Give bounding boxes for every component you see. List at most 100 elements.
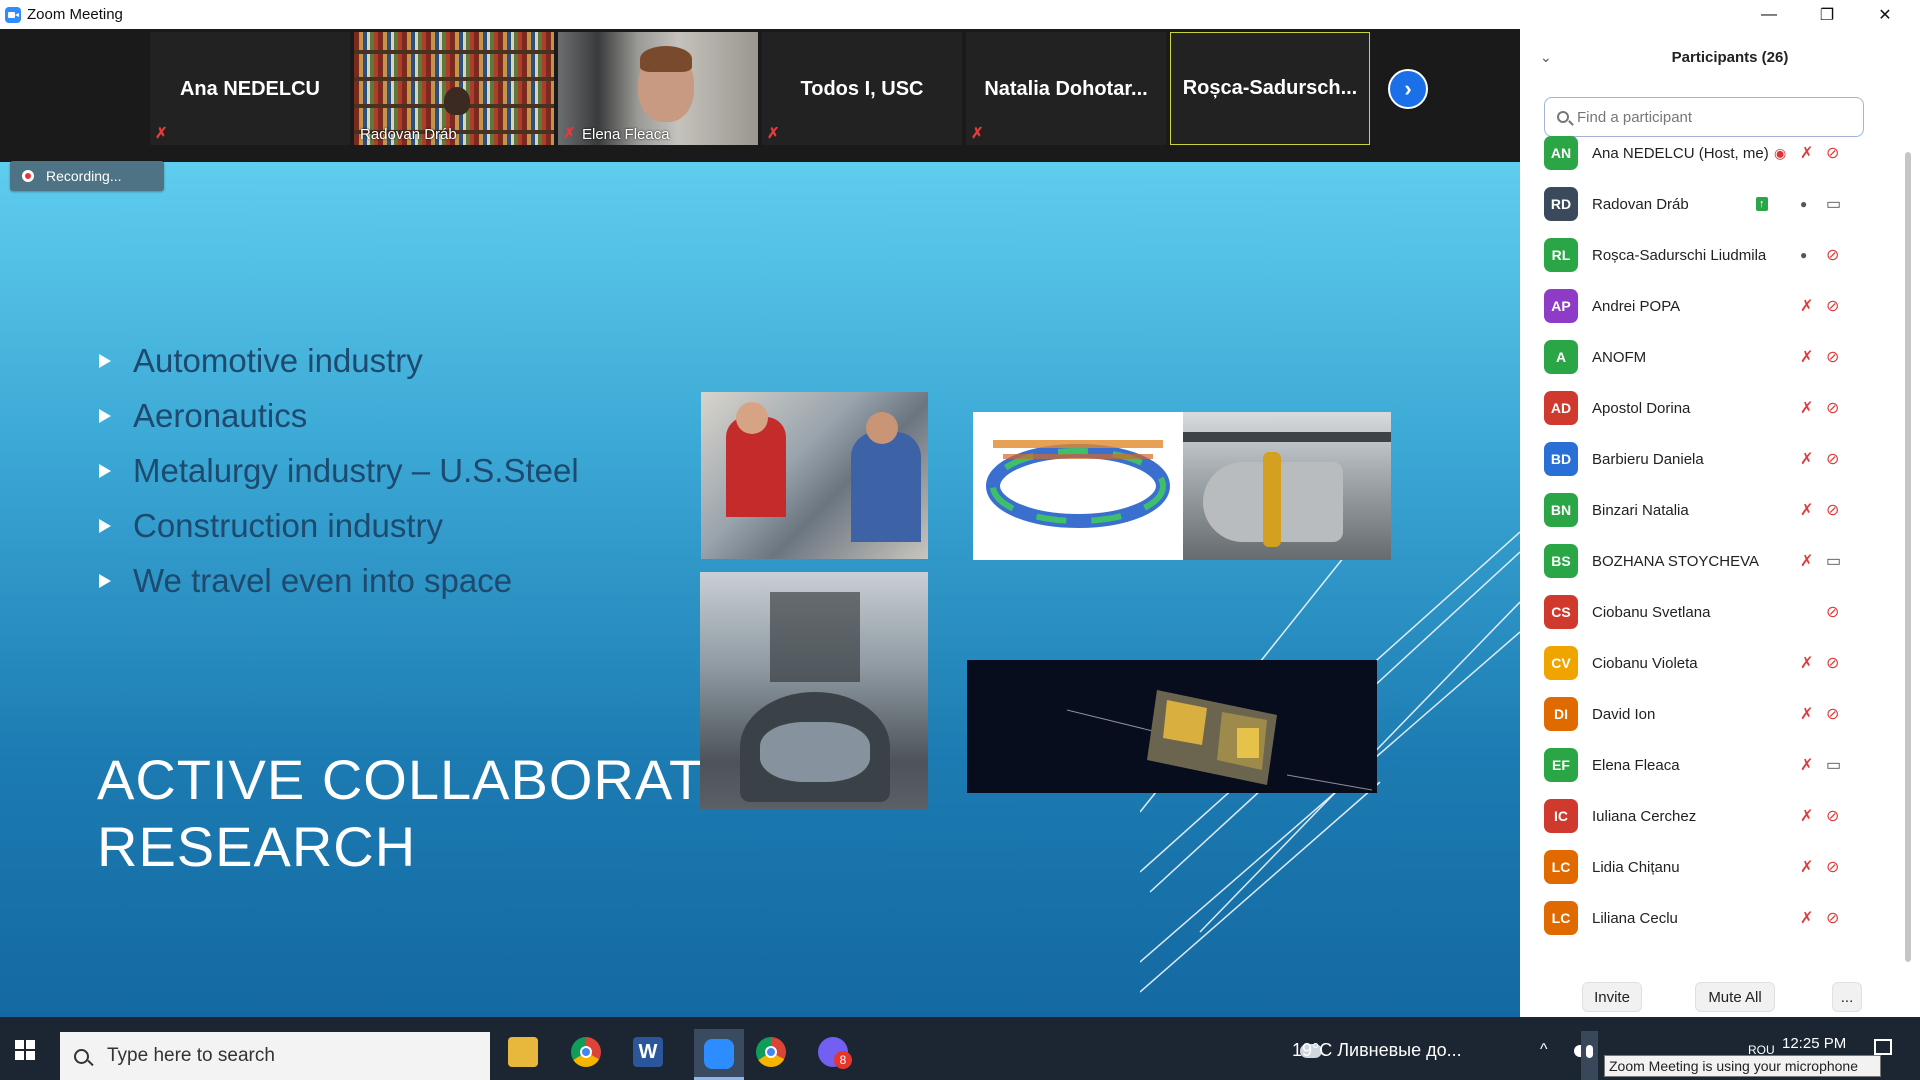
mic-off-icon[interactable]: ✗ <box>1800 806 1813 826</box>
avatar: BD <box>1544 442 1578 476</box>
mic-off-icon[interactable]: ✗ <box>1800 755 1813 775</box>
more-options-button[interactable]: ... <box>1832 982 1862 1012</box>
slide-bullet: We travel even into space <box>99 562 512 600</box>
participant-row[interactable]: AD Apostol Dorina ✗ ⊘ <box>1544 390 1894 426</box>
mic-off-icon[interactable]: ✗ <box>1800 704 1813 724</box>
participant-row[interactable]: RD Radovan Dráb ↑ ● ▭ <box>1544 186 1894 222</box>
microphone-tray-icon[interactable] <box>1581 1031 1598 1080</box>
camera-off-icon[interactable]: ⊘ <box>1826 449 1839 469</box>
mute-all-button[interactable]: Mute All <box>1695 982 1775 1012</box>
slide-bullet: Construction industry <box>99 507 443 545</box>
mic-off-icon: ✗ <box>563 125 576 142</box>
mic-off-icon[interactable]: ✗ <box>1800 449 1813 469</box>
avatar: EF <box>1544 748 1578 782</box>
camera-off-icon[interactable]: ⊘ <box>1826 704 1839 724</box>
participant-row[interactable]: EF Elena Fleaca ✗ ▭ <box>1544 747 1894 783</box>
invite-button[interactable]: Invite <box>1582 982 1642 1012</box>
video-tile[interactable]: Ana NEDELCU ✗ <box>150 32 350 145</box>
tile-name: Natalia Dohotar... <box>984 78 1148 100</box>
tile-name: Roșca-Sadursch... <box>1182 77 1358 99</box>
mic-off-icon[interactable]: ✗ <box>1800 551 1813 571</box>
weather-text[interactable]: 19°C Ливневые до... <box>1292 1040 1462 1061</box>
avatar: AN <box>1544 136 1578 170</box>
avatar: LC <box>1544 850 1578 884</box>
video-tile[interactable]: Radovan Dráb <box>354 32 554 145</box>
participant-row[interactable]: IC Iuliana Cerchez ✗ ⊘ <box>1544 798 1894 834</box>
video-tile[interactable]: Todos I, USC ✗ <box>762 32 962 145</box>
mic-off-icon[interactable]: ✗ <box>1800 908 1813 928</box>
recording-indicator[interactable]: Recording... <box>10 161 164 191</box>
camera-on-icon[interactable]: ▭ <box>1826 194 1841 214</box>
camera-off-icon[interactable]: ⊘ <box>1826 806 1839 826</box>
participants-header: ⌄ Participants (26) <box>1520 29 1920 84</box>
mic-off-icon[interactable]: ✗ <box>1800 398 1813 418</box>
mic-off-icon[interactable]: ✗ <box>1800 296 1813 316</box>
camera-off-icon[interactable]: ⊘ <box>1826 245 1839 265</box>
microphone-tooltip: Zoom Meeting is using your microphone <box>1604 1055 1881 1077</box>
minimize-button[interactable]: — <box>1740 0 1798 29</box>
camera-off-icon[interactable]: ⊘ <box>1826 398 1839 418</box>
participant-row[interactable]: AP Andrei POPA ✗ ⊘ <box>1544 288 1894 324</box>
participant-row[interactable]: LC Lidia Chițanu ✗ ⊘ <box>1544 849 1894 885</box>
clock-time[interactable]: 12:25 PM <box>1782 1035 1846 1052</box>
camera-off-icon[interactable]: ⊘ <box>1826 500 1839 520</box>
recording-label: Recording... <box>46 168 122 184</box>
camera-off-icon[interactable]: ⊘ <box>1826 857 1839 877</box>
avatar: CV <box>1544 646 1578 680</box>
participant-row[interactable]: BS BOZHANA STOYCHEVA ✗ ▭ <box>1544 543 1894 579</box>
chevron-up-icon[interactable]: ^ <box>1540 1041 1548 1059</box>
mic-on-icon[interactable]: ● <box>1800 248 1807 262</box>
participant-row[interactable]: DI David Ion ✗ ⊘ <box>1544 696 1894 732</box>
camera-off-icon[interactable]: ⊘ <box>1826 347 1839 367</box>
slide-bullet: Metalurgy industry – U.S.Steel <box>99 452 579 490</box>
file-explorer-icon[interactable] <box>508 1037 538 1067</box>
participant-row[interactable]: BN Binzari Natalia ✗ ⊘ <box>1544 492 1894 528</box>
chrome-icon[interactable] <box>571 1037 601 1067</box>
next-page-button[interactable]: › <box>1388 69 1428 109</box>
camera-off-icon[interactable]: ⊘ <box>1826 602 1839 622</box>
mic-off-icon[interactable]: ✗ <box>1800 500 1813 520</box>
zoom-taskbar-item[interactable] <box>694 1029 744 1080</box>
camera-on-icon[interactable]: ▭ <box>1826 551 1841 571</box>
participants-scrollbar[interactable] <box>1905 152 1911 962</box>
camera-off-icon[interactable]: ⊘ <box>1826 296 1839 316</box>
mic-off-icon[interactable]: ✗ <box>1800 347 1813 367</box>
viber-icon[interactable]: 8 <box>818 1037 852 1069</box>
video-tile-active-speaker[interactable]: Roșca-Sadursch... <box>1170 32 1370 145</box>
bullet-arrow-icon <box>99 574 111 588</box>
video-tile[interactable]: ✗ Elena Fleaca <box>558 32 758 145</box>
bullet-arrow-icon <box>99 519 111 533</box>
chrome-icon[interactable] <box>756 1037 786 1067</box>
participant-row[interactable]: LC Liliana Ceclu ✗ ⊘ <box>1544 900 1894 936</box>
tile-name: Radovan Dráb <box>360 126 457 143</box>
camera-on-icon[interactable]: ▭ <box>1826 755 1841 775</box>
mic-on-icon[interactable]: ● <box>1800 197 1807 211</box>
participant-row[interactable]: CS Ciobanu Svetlana ⊘ <box>1544 594 1894 630</box>
notifications-icon[interactable] <box>1874 1039 1892 1055</box>
participant-search-input[interactable]: Find a participant <box>1544 97 1864 137</box>
avatar: AD <box>1544 391 1578 425</box>
restore-button[interactable]: ❐ <box>1798 0 1856 29</box>
mic-off-icon[interactable]: ✗ <box>1800 653 1813 673</box>
slide-bullet: Aeronautics <box>99 397 307 435</box>
participant-row[interactable]: CV Ciobanu Violeta ✗ ⊘ <box>1544 645 1894 681</box>
camera-off-icon[interactable]: ⊘ <box>1826 908 1839 928</box>
mic-off-icon[interactable]: ✗ <box>1800 857 1813 877</box>
camera-off-icon[interactable]: ⊘ <box>1826 653 1839 673</box>
mic-off-icon[interactable]: ✗ <box>1800 143 1813 163</box>
video-tile[interactable]: Natalia Dohotar... ✗ <box>966 32 1166 145</box>
participant-row[interactable]: RL Roșca-Sadurschi Liudmila ● ⊘ <box>1544 237 1894 273</box>
participant-row[interactable]: AN Ana NEDELCU (Host, me) ◉ ✗ ⊘ <box>1544 135 1894 171</box>
word-icon[interactable]: W <box>633 1037 663 1067</box>
participant-name: Liliana Ceclu <box>1592 909 1678 927</box>
participant-row[interactable]: BD Barbieru Daniela ✗ ⊘ <box>1544 441 1894 477</box>
screen-share-icon: ↑ <box>1756 197 1768 211</box>
participant-name: Barbieru Daniela <box>1592 450 1704 468</box>
participant-name: Ana NEDELCU (Host, me) <box>1592 144 1769 162</box>
participant-row[interactable]: A ANOFM ✗ ⊘ <box>1544 339 1894 375</box>
slide-bullet: Automotive industry <box>99 342 423 380</box>
camera-off-icon[interactable]: ⊘ <box>1826 143 1839 163</box>
taskbar-search-box[interactable]: Type here to search <box>60 1032 490 1080</box>
windows-start-button[interactable] <box>15 1040 35 1060</box>
close-button[interactable]: ✕ <box>1856 0 1914 29</box>
